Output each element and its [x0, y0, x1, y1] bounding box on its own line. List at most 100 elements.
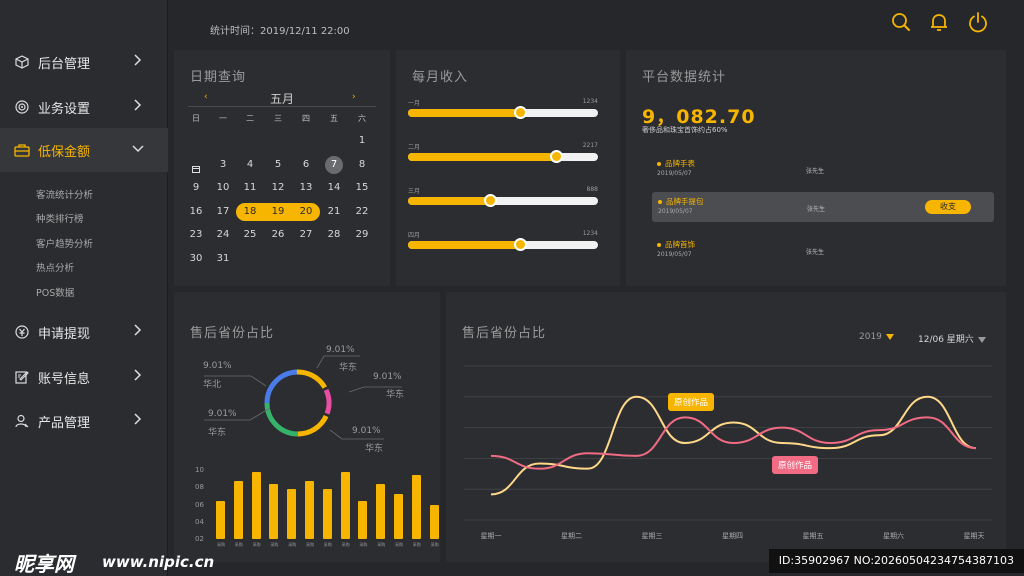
calendar-day[interactable]: 15 — [350, 179, 374, 197]
slider-label: 三月 — [408, 188, 421, 195]
calendar-day[interactable]: 6 — [294, 156, 318, 174]
slider-track[interactable] — [408, 238, 598, 251]
donut-pct: 9.01% — [373, 372, 402, 382]
donut-region: 华东 — [365, 444, 384, 454]
calendar-day[interactable]: 13 — [294, 179, 318, 197]
line-chart — [464, 365, 992, 521]
calendar-day[interactable]: 12 — [266, 179, 290, 197]
brand-name: 品牌手提包 — [666, 197, 704, 206]
weekday-header: 二 — [246, 114, 254, 123]
calendar-day[interactable]: 28 — [322, 226, 346, 244]
slider-max: 2217 — [582, 142, 598, 149]
bar — [340, 472, 350, 539]
sidebar-item-products[interactable]: 产品管理 — [0, 399, 168, 443]
calendar-day[interactable]: 17 — [211, 203, 235, 221]
edit-icon — [14, 369, 30, 385]
annotation-tag: 原创作品 — [772, 456, 819, 474]
submenu-item[interactable]: 客流统计分析 — [36, 187, 93, 201]
sidebar-item-account[interactable]: 账号信息 — [0, 355, 168, 399]
calendar-day[interactable]: 27 — [294, 226, 318, 244]
panel-title: 日期查询 — [190, 70, 247, 85]
submenu-item[interactable]: 客户趋势分析 — [36, 236, 93, 250]
calendar-day[interactable]: 29 — [350, 226, 374, 244]
sidebar-item-business[interactable]: 业务设置 — [0, 85, 168, 129]
bar — [287, 489, 297, 539]
bar — [305, 480, 314, 539]
donut-segment-yellow — [297, 414, 329, 437]
withdraw-icon — [14, 324, 30, 340]
user-icon — [14, 413, 30, 429]
bullet-dot-icon — [657, 243, 661, 247]
slider-knob[interactable] — [514, 106, 528, 119]
calendar-day[interactable]: 1 — [350, 132, 374, 150]
panel-title: 每月收入 — [412, 70, 469, 85]
bar — [216, 501, 225, 539]
brand-row[interactable]: 品牌手表 2019/05/07 张先生 — [651, 154, 993, 184]
donut-region: 华东 — [208, 428, 227, 438]
calendar-day[interactable]: 16 — [184, 203, 208, 221]
calendar-day[interactable]: 5 — [266, 156, 290, 174]
income-button[interactable]: 收支 — [925, 200, 971, 214]
calendar-day[interactable]: 9 — [184, 179, 208, 197]
weekday-header: 六 — [358, 114, 366, 123]
calendar-day[interactable]: 26 — [266, 226, 290, 244]
sidebar-item-label: 申请提现 — [38, 326, 91, 342]
sidebar-item-allowance[interactable]: 低保金额 — [0, 128, 168, 172]
y-tick-label: 06 — [195, 500, 204, 509]
bell-icon[interactable] — [928, 11, 950, 33]
calendar-day[interactable]: 21 — [322, 203, 346, 221]
weekday-header: 四 — [302, 114, 310, 123]
stat-time: 统计时间：2019/12/11 22:00 — [210, 26, 350, 37]
calendar-day[interactable]: 4 — [238, 156, 262, 174]
slider-knob[interactable] — [483, 194, 497, 207]
calendar-day[interactable]: 8 — [350, 156, 374, 174]
calendar-day[interactable]: 22 — [350, 203, 374, 221]
brand-owner: 张先生 — [806, 168, 825, 175]
power-icon[interactable] — [967, 11, 989, 33]
next-month-arrow[interactable]: › — [352, 92, 356, 102]
chevron-right-icon — [132, 369, 146, 383]
donut-pct: 9.01% — [203, 361, 232, 371]
calendar-day[interactable]: 10 — [211, 179, 235, 197]
donut-region: 华东 — [339, 363, 358, 373]
calendar-day[interactable]: 11 — [238, 179, 262, 197]
bar — [411, 474, 421, 539]
slider-track[interactable] — [408, 150, 598, 163]
slider-label: 一月 — [408, 100, 421, 107]
series-line-2 — [490, 416, 977, 470]
donut-segment-blue — [264, 369, 298, 404]
brand-date: 2019/05/07 — [657, 251, 692, 258]
chevron-right-icon — [132, 324, 146, 338]
slider-knob[interactable] — [550, 150, 564, 163]
donut-segment-pink — [323, 388, 332, 415]
slider-knob[interactable] — [514, 238, 528, 251]
slider-track[interactable] — [408, 194, 598, 207]
donut-pct: 9.01% — [352, 426, 381, 436]
sidebar-item-label: 账号信息 — [38, 371, 91, 387]
slider-fill — [408, 109, 521, 117]
calendar-day[interactable]: 23 — [184, 226, 208, 244]
slider-track[interactable] — [408, 106, 598, 119]
calendar-day[interactable]: 3 — [211, 156, 235, 174]
calendar-day[interactable]: 30 — [184, 250, 208, 268]
brand-owner: 张先生 — [807, 206, 826, 213]
calendar-day[interactable]: 19 — [264, 202, 292, 221]
calendar-day[interactable]: 24 — [211, 226, 235, 244]
submenu-item[interactable]: POS数据 — [36, 285, 74, 299]
brand-row[interactable]: 品牌首饰 2019/05/07 张先生 — [651, 235, 993, 265]
calendar-day[interactable]: 14 — [322, 179, 346, 197]
calendar-day[interactable]: 18 — [236, 202, 264, 221]
calendar-day[interactable]: 20 — [292, 202, 320, 221]
submenu-item[interactable]: 种类排行榜 — [36, 211, 84, 225]
submenu-item[interactable]: 热点分析 — [36, 260, 74, 274]
calendar-day[interactable]: 7 — [325, 155, 343, 174]
x-tick-label: 星期五 — [802, 532, 824, 540]
search-icon[interactable] — [890, 11, 912, 33]
chevron-down-icon — [132, 142, 146, 156]
calendar-day[interactable]: 31 — [211, 250, 235, 268]
calendar-day[interactable]: 25 — [238, 226, 262, 244]
sidebar-item-withdraw[interactable]: 申请提现 — [0, 310, 168, 354]
sidebar-item-admin[interactable]: 后台管理 — [0, 40, 168, 84]
brand-row-highlighted[interactable]: 品牌手提包 2019/05/07 张先生 收支 — [652, 192, 994, 222]
calendar-small-icon — [192, 158, 200, 177]
